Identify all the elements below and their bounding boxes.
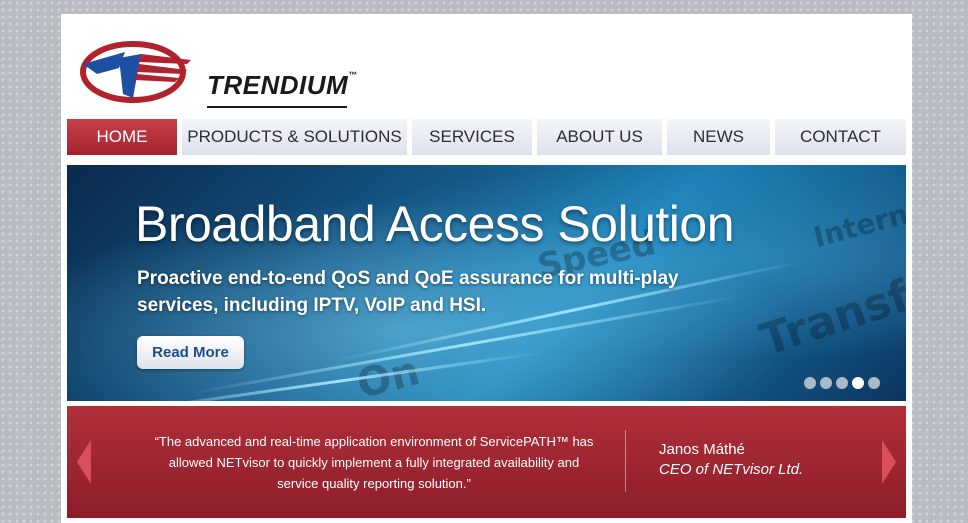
slide-dot-5[interactable] (868, 377, 880, 389)
nav-item-contact[interactable]: CONTACT (775, 119, 906, 155)
chevron-left-icon[interactable] (77, 440, 91, 484)
hero-title: Broadband Access Solution (135, 196, 735, 252)
testimonial-author-title: CEO of NETvisor Ltd. (659, 461, 804, 478)
slide-dot-2[interactable] (820, 377, 832, 389)
slide-dot-1[interactable] (804, 377, 816, 389)
testimonial-divider (625, 430, 626, 492)
hero-bg-word-internet: Internet (809, 188, 906, 255)
nav-item-news[interactable]: NEWS (667, 119, 770, 155)
testimonial-author: Janos Máthé (659, 441, 745, 458)
slide-dot-4[interactable] (852, 377, 864, 389)
nav-item-about-us[interactable]: ABOUT US (537, 119, 662, 155)
testimonial-band: “The advanced and real-time application … (67, 406, 906, 518)
testimonial-quote: “The advanced and real-time application … (154, 434, 594, 491)
slide-dot-3[interactable] (836, 377, 848, 389)
page-container: TRENDIUM™ HOME PRODUCTS & SOLUTIONS SERV… (61, 14, 912, 523)
logo-emblem-icon (80, 41, 191, 103)
hero-bg-word-transfer: Transfer (754, 254, 906, 367)
logo-wordmark: TRENDIUM™ (207, 70, 358, 100)
chevron-right-icon[interactable] (882, 440, 896, 484)
nav-item-products-solutions[interactable]: PRODUCTS & SOLUTIONS (182, 119, 407, 155)
logo-underline (207, 106, 347, 108)
nav-item-services[interactable]: SERVICES (412, 119, 532, 155)
read-more-button[interactable]: Read More (137, 336, 244, 369)
nav-item-home[interactable]: HOME (67, 119, 177, 155)
trendium-logo[interactable]: TRENDIUM™ (79, 34, 359, 108)
hero-subtitle: Proactive end-to-end QoS and QoE assuran… (137, 268, 679, 316)
hero-banner: Transfer Speed Internet On Broadband Acc… (67, 165, 906, 401)
main-navigation: HOME PRODUCTS & SOLUTIONS SERVICES ABOUT… (67, 119, 906, 155)
